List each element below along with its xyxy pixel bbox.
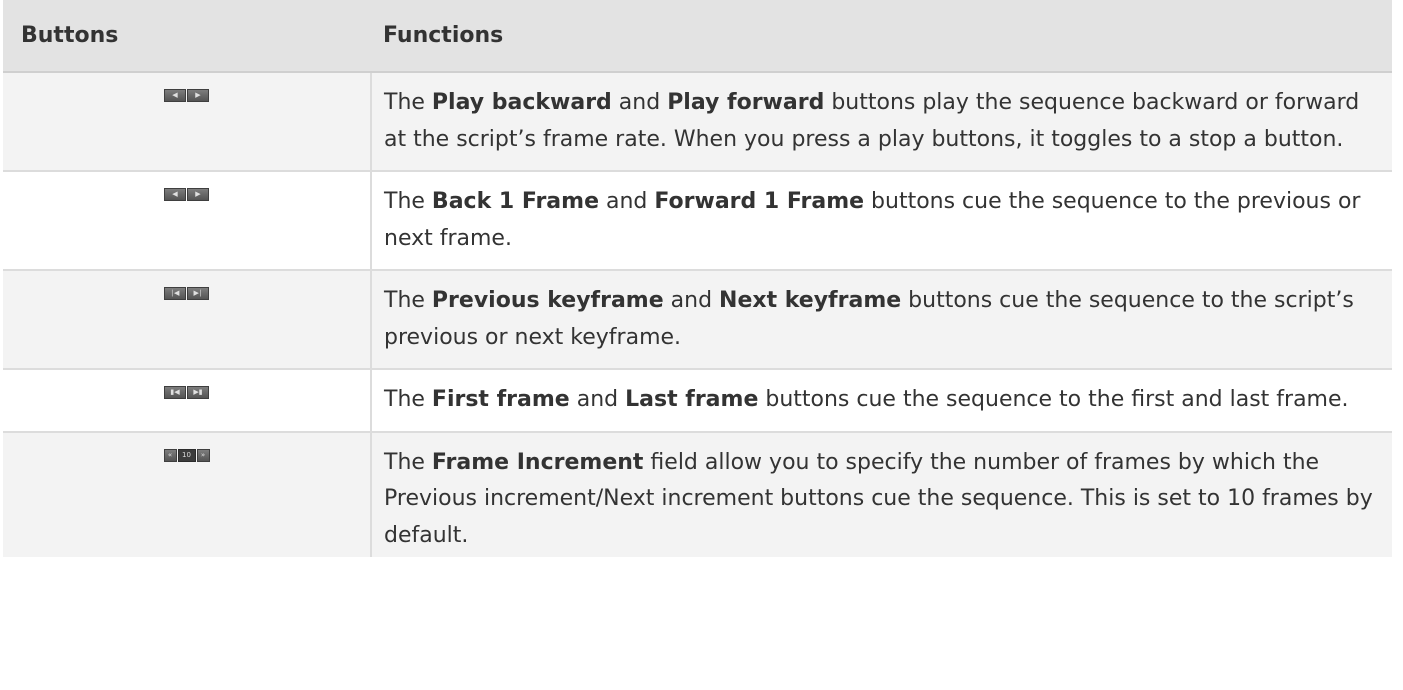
table-header-row: Buttons Functions	[3, 0, 1392, 73]
table-row: « 10 » The Frame Increment field allow y…	[3, 431, 1392, 557]
function-description: The First frame and Last frame buttons c…	[371, 369, 1392, 433]
frame-step-buttons-image: ◀ ▶	[164, 188, 209, 201]
button-image-cell: ◀ ▶	[3, 72, 372, 172]
table-row: ∣◀ ▶∣ The Previous keyframe and Next key…	[3, 270, 1392, 370]
header-functions: Functions	[371, 0, 1392, 73]
function-description: The Previous keyframe and Next keyframe …	[371, 270, 1392, 370]
term-previous-keyframe: Previous keyframe	[431, 288, 664, 313]
next-keyframe-icon: ▶∣	[187, 287, 209, 300]
text: The	[384, 189, 432, 214]
term-first-frame: First frame	[431, 387, 570, 412]
table-row: ◀ ▶ The Back 1 Frame and Forward 1 Frame…	[3, 171, 1392, 271]
term-back-1-frame: Back 1 Frame	[431, 189, 599, 214]
function-description: The Frame Increment field allow you to s…	[371, 431, 1392, 557]
play-forward-icon: ▶	[187, 89, 209, 102]
term-frame-increment: Frame Increment	[431, 449, 644, 475]
term-play-forward: Play forward	[667, 90, 825, 115]
text: buttons cue the sequence to the first an…	[758, 387, 1349, 412]
text: and	[569, 387, 626, 412]
button-image-cell: ▮◀ ▶▮	[3, 369, 372, 433]
text: and	[663, 288, 720, 313]
play-backward-icon: ◀	[164, 89, 186, 102]
previous-keyframe-icon: ∣◀	[164, 287, 186, 300]
term-next-keyframe: Next keyframe	[719, 288, 902, 313]
keyframe-buttons-image: ∣◀ ▶∣	[164, 287, 209, 300]
button-image-cell: ∣◀ ▶∣	[3, 270, 372, 370]
function-description: The Back 1 Frame and Forward 1 Frame but…	[371, 171, 1392, 271]
button-image-cell: « 10 »	[3, 431, 372, 557]
header-buttons: Buttons	[3, 0, 371, 73]
text: and	[611, 90, 668, 115]
forward-one-frame-icon: ▶	[187, 188, 209, 201]
text: The	[384, 449, 432, 475]
term-forward-1-frame: Forward 1 Frame	[654, 189, 865, 214]
last-frame-icon: ▶▮	[187, 386, 209, 399]
table-row: ◀ ▶ The Play backward and Play forward b…	[3, 72, 1392, 172]
term-play-backward: Play backward	[431, 90, 612, 115]
frame-increment-field: 10	[177, 448, 196, 462]
button-image-cell: ◀ ▶	[3, 171, 372, 271]
text: The	[384, 387, 432, 412]
function-description: The Play backward and Play forward butto…	[371, 72, 1392, 172]
text: and	[599, 189, 655, 214]
first-last-buttons-image: ▮◀ ▶▮	[164, 386, 209, 399]
play-buttons-image: ◀ ▶	[164, 89, 209, 102]
back-one-frame-icon: ◀	[164, 188, 186, 201]
term-last-frame: Last frame	[625, 387, 759, 412]
previous-increment-icon: «	[163, 448, 177, 462]
first-frame-icon: ▮◀	[164, 386, 186, 399]
frame-increment-image: « 10 »	[163, 448, 210, 462]
text: The	[384, 288, 432, 313]
text: The	[384, 90, 432, 115]
buttons-functions-table: Buttons Functions ◀ ▶ The Play backward …	[3, 0, 1392, 557]
next-increment-icon: »	[196, 448, 210, 462]
table-row: ▮◀ ▶▮ The First frame and Last frame but…	[3, 369, 1392, 433]
